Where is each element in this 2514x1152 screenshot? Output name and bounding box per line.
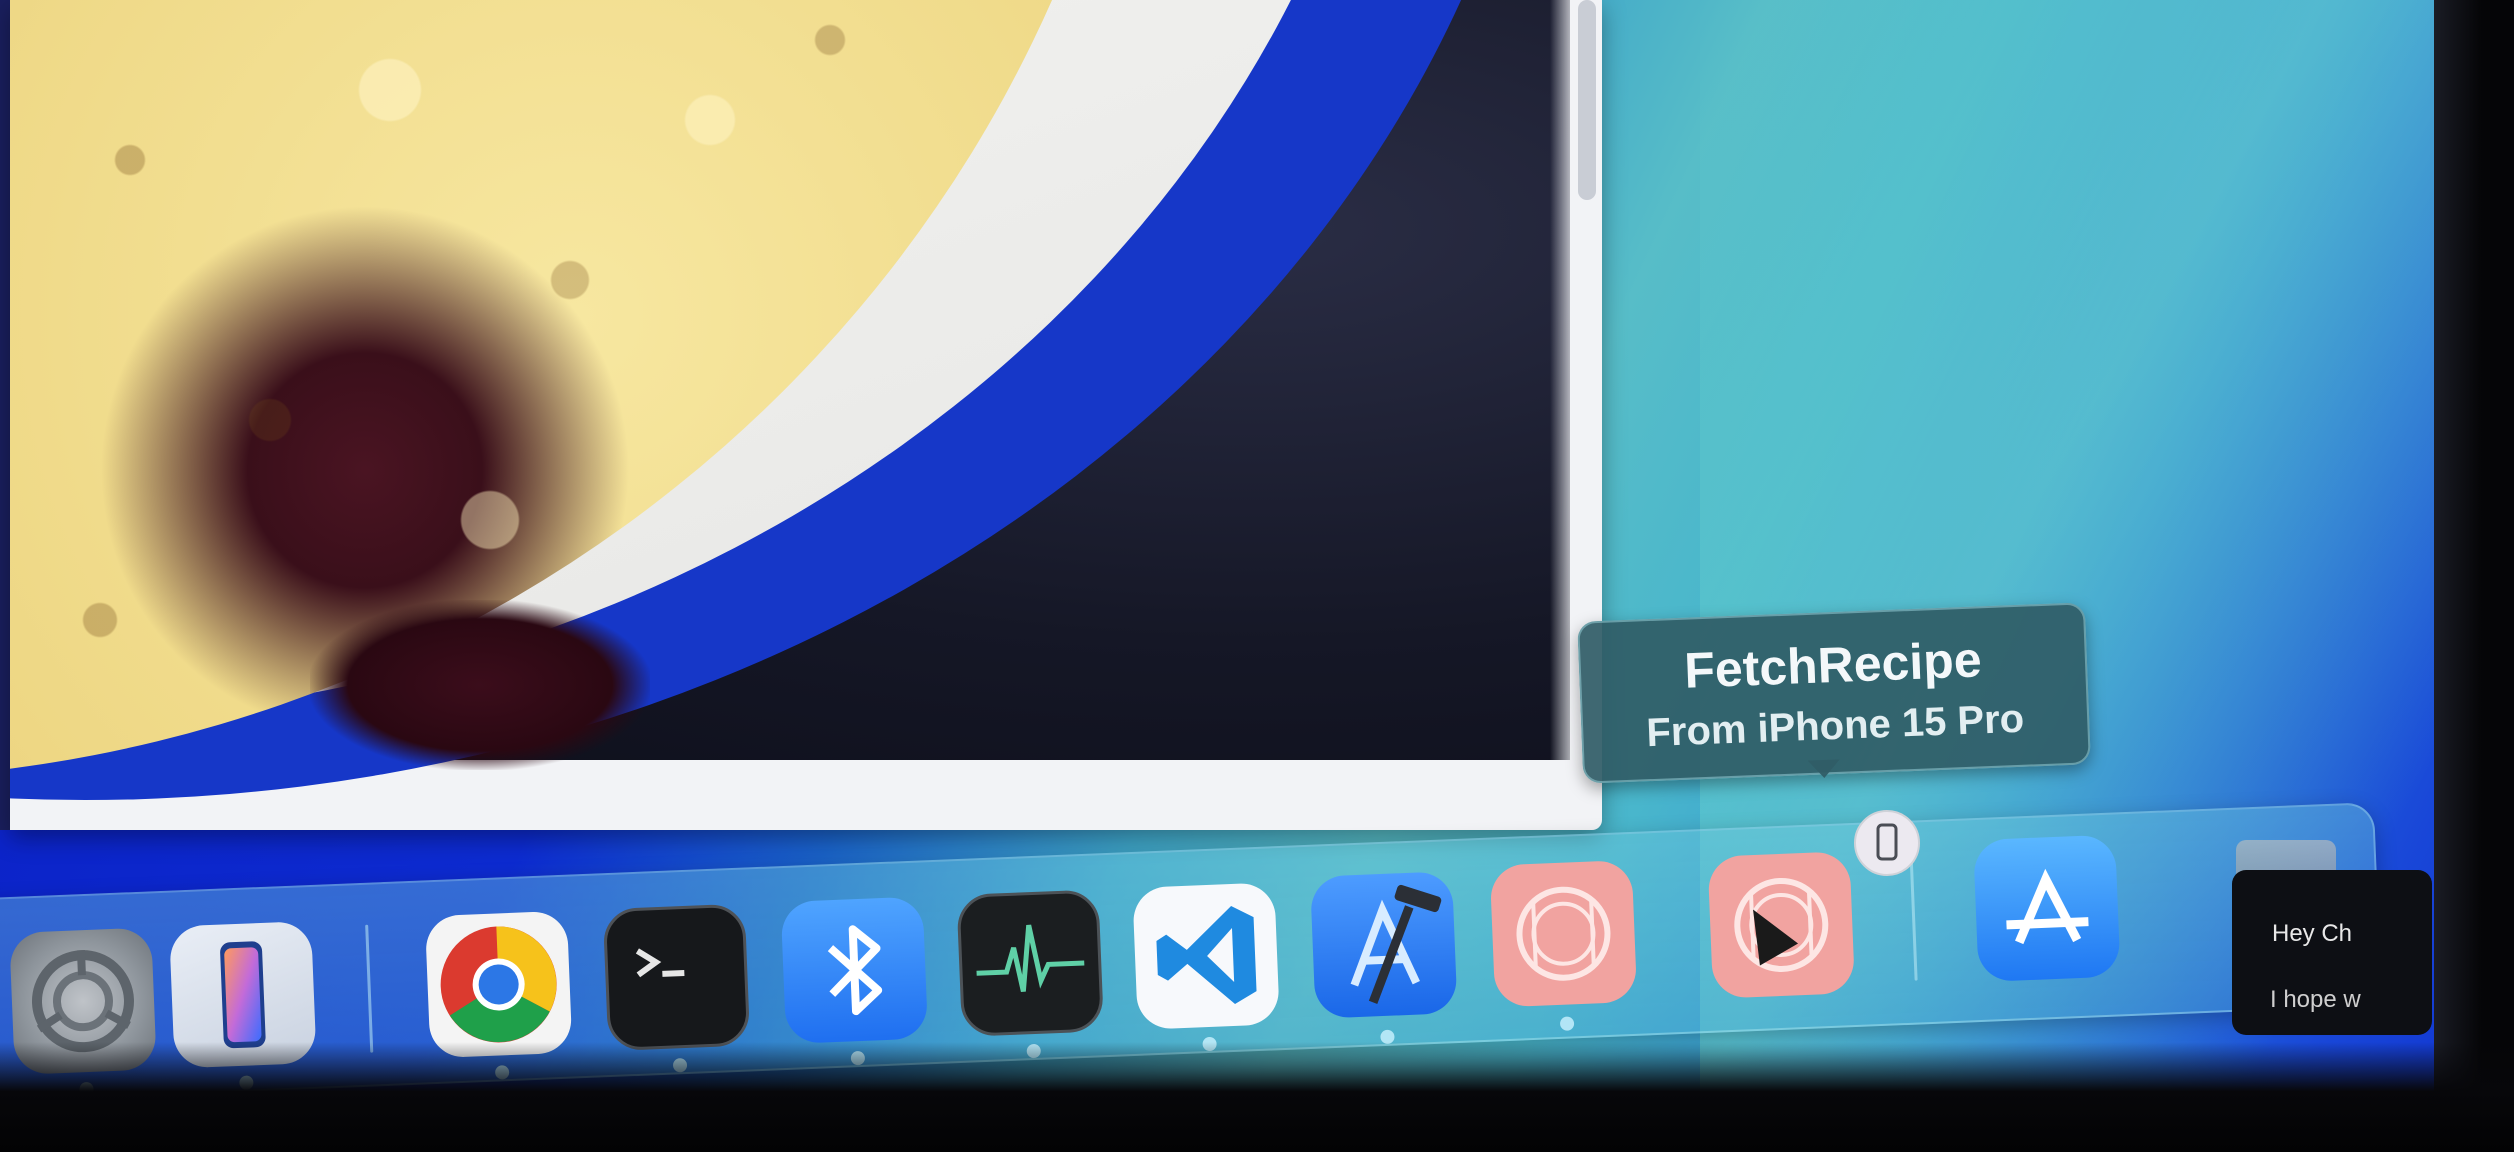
app-store-icon bbox=[2006, 868, 2089, 945]
tooltip-title: FetchRecipe bbox=[1683, 631, 1983, 699]
notification-line-2: I hope w bbox=[2270, 986, 2361, 1013]
tooltip-arrow bbox=[1807, 759, 1841, 779]
photo-berry-filling bbox=[310, 600, 650, 770]
monitor-bezel-right bbox=[2434, 0, 2514, 1152]
monitor-bezel-bottom bbox=[0, 1042, 2514, 1152]
dock-item-terminal[interactable] bbox=[602, 903, 751, 1052]
notification-line-1: Hey Ch bbox=[2272, 920, 2353, 947]
photo-preview-window[interactable] bbox=[10, 0, 1602, 830]
dock-item-chrome[interactable] bbox=[424, 910, 573, 1059]
recipe-plate-icon bbox=[1516, 886, 1611, 981]
bluetooth-icon bbox=[827, 925, 883, 1016]
xcode-hammer-icon bbox=[1350, 884, 1442, 1005]
tooltip-subtitle: From iPhone 15 Pro bbox=[1645, 696, 2025, 756]
iphone-small-icon bbox=[1876, 823, 1898, 861]
window-scrollbar[interactable] bbox=[1578, 0, 1596, 200]
dock-separator bbox=[365, 924, 374, 1053]
terminal-icon bbox=[635, 948, 685, 978]
running-indicator bbox=[1559, 1016, 1575, 1031]
dock-item-fetchrecipe[interactable] bbox=[1489, 859, 1638, 1008]
dock-tooltip: FetchRecipe From iPhone 15 Pro bbox=[1577, 602, 2091, 784]
vscode-icon bbox=[1156, 906, 1257, 1004]
dock-item-xcode[interactable] bbox=[1309, 871, 1458, 1019]
dock-item-activity-monitor[interactable] bbox=[956, 889, 1105, 1037]
activity-monitor-icon bbox=[976, 924, 1085, 992]
dock-item-app-store[interactable] bbox=[1973, 834, 2121, 983]
chrome-icon bbox=[440, 926, 557, 1043]
notification-preview[interactable]: Hey Ch I hope w bbox=[2232, 870, 2432, 1035]
dock-item-vscode[interactable] bbox=[1132, 882, 1280, 1030]
dock-item-bluetooth[interactable] bbox=[780, 896, 929, 1044]
desktop-screen: FetchRecipe From iPhone 15 Pro Hey Ch I … bbox=[0, 0, 2514, 1152]
iphone-handoff-badge bbox=[1854, 810, 1920, 876]
